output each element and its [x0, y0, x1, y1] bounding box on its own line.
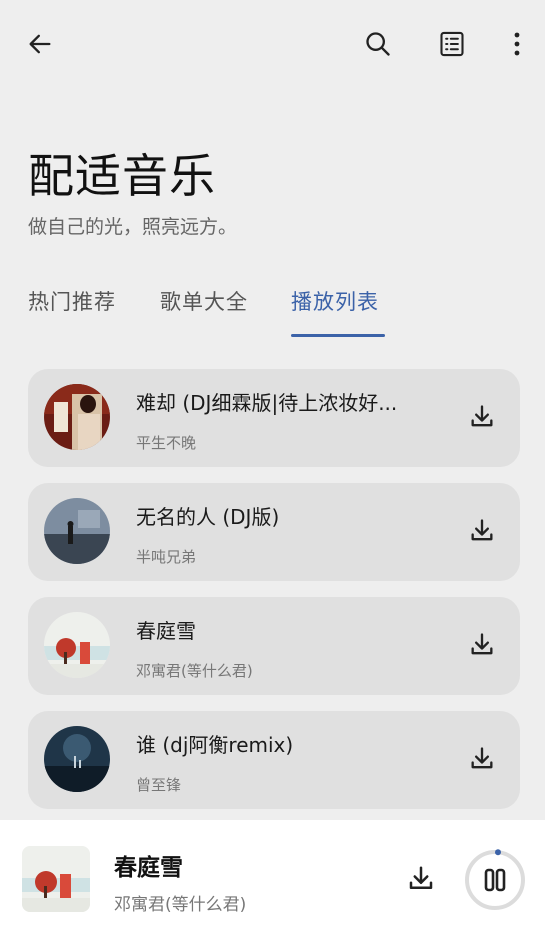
album-cover: [44, 726, 110, 792]
song-title: 谁 (dj阿衡remix): [136, 733, 294, 757]
song-title: 无名的人 (DJ版): [136, 505, 280, 529]
song-title: 难却 (DJ细霖版|待上浓妆好...: [136, 391, 398, 415]
list-view-button[interactable]: [432, 24, 472, 64]
song-item[interactable]: 春庭雪 邓寓君(等什么君): [28, 597, 520, 695]
album-cover: [44, 612, 110, 678]
page-title: 配适音乐: [28, 149, 216, 203]
song-item[interactable]: 无名的人 (DJ版) 半吨兄弟: [28, 483, 520, 581]
arrow-left-icon: [29, 34, 51, 54]
active-tab-indicator: [291, 334, 385, 337]
search-button[interactable]: [358, 24, 398, 64]
pause-icon: [484, 868, 495, 892]
list-view-icon: [440, 31, 464, 57]
download-icon[interactable]: [468, 745, 496, 773]
download-icon[interactable]: [406, 864, 436, 894]
song-artist: 平生不晚: [136, 434, 197, 452]
album-cover: [44, 384, 110, 450]
song-list: 难却 (DJ细霖版|待上浓妆好... 平生不晚 无名的人 (DJ版) 半吨兄弟: [28, 369, 520, 825]
song-artist: 邓寓君(等什么君): [136, 662, 253, 680]
top-app-bar: [0, 0, 545, 86]
now-playing-artist: 邓寓君(等什么君): [114, 895, 247, 915]
song-artist: 曾至锋: [136, 776, 182, 794]
download-icon[interactable]: [468, 631, 496, 659]
song-artist: 半吨兄弟: [136, 548, 197, 566]
download-icon[interactable]: [468, 403, 496, 431]
more-vertical-icon: [514, 32, 520, 56]
song-item[interactable]: 难却 (DJ细霖版|待上浓妆好... 平生不晚: [28, 369, 520, 467]
song-title: 春庭雪: [136, 619, 196, 643]
page-subtitle: 做自己的光，照亮远方。: [28, 216, 238, 238]
download-icon[interactable]: [468, 517, 496, 545]
back-button[interactable]: [20, 24, 60, 64]
song-item[interactable]: 谁 (dj阿衡remix) 曾至锋: [28, 711, 520, 809]
search-icon: [366, 32, 390, 56]
tab-bar: 热门推荐 歌单大全 播放列表: [0, 286, 545, 340]
tab-play-queue[interactable]: 播放列表: [291, 286, 379, 316]
now-playing-cover: [22, 846, 90, 912]
pause-button[interactable]: [463, 848, 527, 912]
now-playing-bar[interactable]: 春庭雪 邓寓君(等什么君): [0, 820, 545, 930]
now-playing-title: 春庭雪: [114, 855, 183, 881]
tab-playlists[interactable]: 歌单大全: [160, 286, 248, 316]
tab-hot-recommend[interactable]: 热门推荐: [28, 286, 116, 316]
album-cover: [44, 498, 110, 564]
more-options-button[interactable]: [497, 24, 537, 64]
